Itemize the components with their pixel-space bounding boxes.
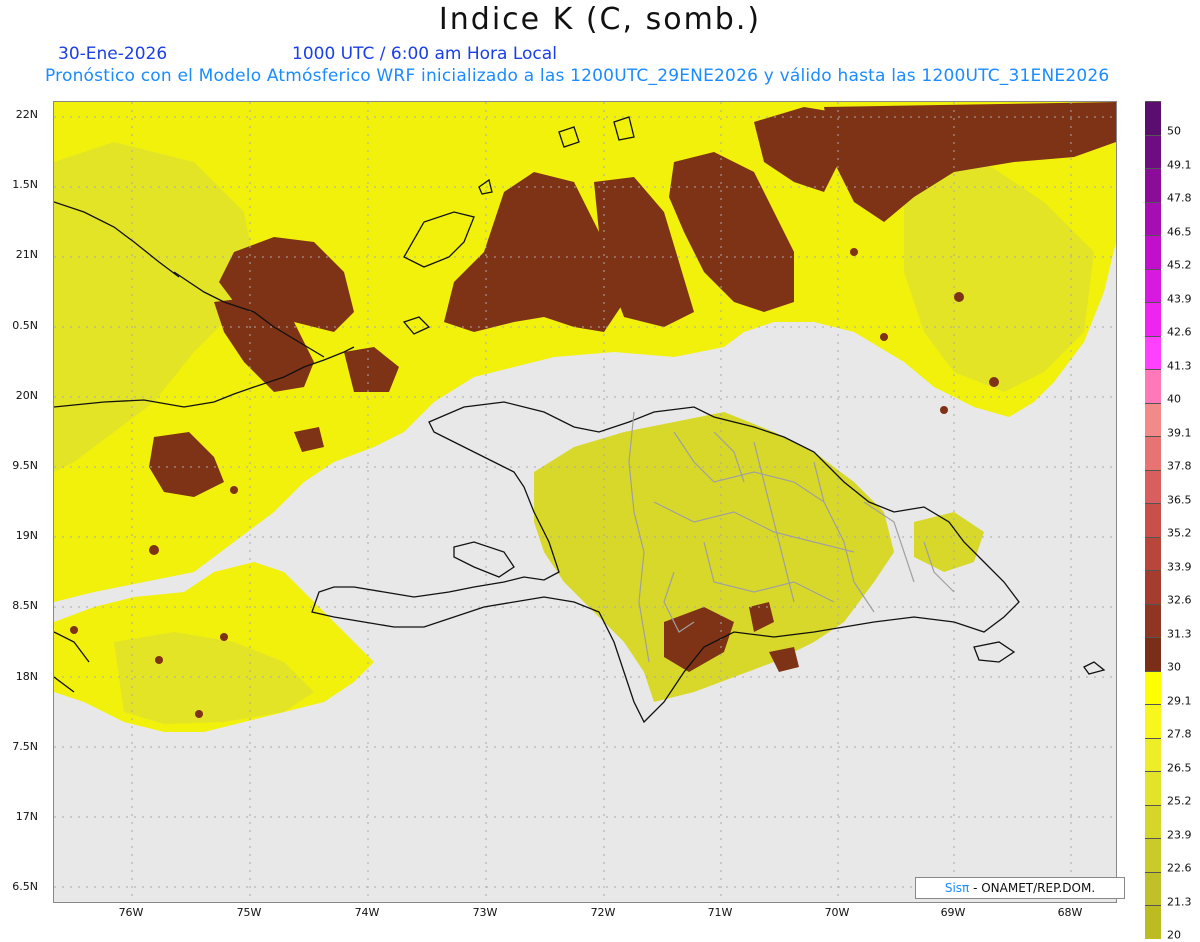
- legend-swatch: [1145, 369, 1161, 403]
- legend-label: 45.2: [1167, 258, 1192, 272]
- legend-label: 27.8: [1167, 727, 1192, 741]
- lat-label: 8.5N: [12, 599, 38, 612]
- legend-swatch: [1145, 670, 1161, 704]
- legend-label: 36.5: [1167, 493, 1192, 507]
- lon-label: 74W: [354, 906, 380, 919]
- forecast-time: 1000 UTC / 6:00 am Hora Local: [292, 44, 557, 64]
- color-scale-legend: [1145, 101, 1161, 939]
- legend-swatch: [1145, 335, 1161, 369]
- lat-label: 22N: [15, 108, 38, 121]
- legend-label: 32.6: [1167, 593, 1192, 607]
- legend-label: 35.2: [1167, 526, 1192, 540]
- legend-swatch: [1145, 134, 1161, 168]
- legend-label: 40: [1167, 392, 1181, 406]
- lon-label: 75W: [236, 906, 262, 919]
- legend-label: 31.3: [1167, 627, 1192, 641]
- legend-label: 22.6: [1167, 861, 1192, 875]
- credit-text: - ONAMET/REP.DOM.: [969, 881, 1096, 895]
- k-index-field-map: [54, 102, 1116, 902]
- legend-swatch: [1145, 302, 1161, 336]
- legend-label: 29.1: [1167, 694, 1192, 708]
- lat-label: 7.5N: [12, 740, 38, 753]
- lon-label: 70W: [824, 906, 850, 919]
- legend-swatch: [1145, 838, 1161, 872]
- legend-label: 42.6: [1167, 325, 1192, 339]
- legend-swatch: [1145, 101, 1161, 135]
- lat-label: 20N: [15, 389, 38, 402]
- legend-swatch: [1145, 570, 1161, 604]
- forecast-date: 30-Ene-2026: [58, 44, 168, 64]
- lat-label: 17N: [15, 810, 38, 823]
- legend-label: 43.9: [1167, 292, 1192, 306]
- legend-swatch: [1145, 737, 1161, 771]
- legend-label: 21.3: [1167, 895, 1192, 909]
- map-title: Indice K (C, somb.): [438, 2, 762, 37]
- legend-swatch: [1145, 268, 1161, 302]
- credit-brand: Sisπ: [944, 881, 970, 895]
- lat-label: 0.5N: [12, 319, 38, 332]
- legend-swatch: [1145, 469, 1161, 503]
- map-panel: [53, 101, 1117, 903]
- legend-swatch: [1145, 771, 1161, 805]
- legend-label: 47.8: [1167, 191, 1192, 205]
- lat-label: 1.5N: [12, 178, 38, 191]
- lat-label: 9.5N: [12, 459, 38, 472]
- legend-swatch: [1145, 235, 1161, 269]
- legend-swatch: [1145, 201, 1161, 235]
- legend-label: 30: [1167, 660, 1181, 674]
- credit-box: Sisπ - ONAMET/REP.DOM.: [915, 877, 1125, 899]
- legend-swatch: [1145, 704, 1161, 738]
- model-info-line: Pronóstico con el Modelo Atmósferico WRF…: [45, 66, 1110, 86]
- legend-label: 49.1: [1167, 158, 1192, 172]
- legend-label: 46.5: [1167, 225, 1192, 239]
- legend-label: 37.8: [1167, 459, 1192, 473]
- lon-label: 71W: [707, 906, 733, 919]
- legend-label: 33.9: [1167, 560, 1192, 574]
- lat-label: 6.5N: [12, 880, 38, 893]
- legend-swatch: [1145, 905, 1161, 939]
- lon-label: 68W: [1057, 906, 1083, 919]
- legend-swatch: [1145, 503, 1161, 537]
- lon-label: 72W: [590, 906, 616, 919]
- legend-swatch: [1145, 436, 1161, 470]
- legend-label: 26.5: [1167, 761, 1192, 775]
- lat-label: 21N: [15, 248, 38, 261]
- legend-swatch: [1145, 168, 1161, 202]
- legend-swatch: [1145, 871, 1161, 905]
- lon-label: 69W: [940, 906, 966, 919]
- legend-label: 23.9: [1167, 828, 1192, 842]
- lat-label: 18N: [15, 670, 38, 683]
- legend-swatch: [1145, 536, 1161, 570]
- legend-label: 25.2: [1167, 794, 1192, 808]
- lon-label: 73W: [472, 906, 498, 919]
- lat-label: 19N: [15, 529, 38, 542]
- legend-swatch: [1145, 637, 1161, 671]
- legend-label: 41.3: [1167, 359, 1192, 373]
- legend-label: 50: [1167, 124, 1181, 138]
- legend-swatch: [1145, 804, 1161, 838]
- legend-label: 39.1: [1167, 426, 1192, 440]
- legend-swatch: [1145, 402, 1161, 436]
- lon-label: 76W: [118, 906, 144, 919]
- legend-swatch: [1145, 603, 1161, 637]
- legend-label: 20: [1167, 928, 1181, 942]
